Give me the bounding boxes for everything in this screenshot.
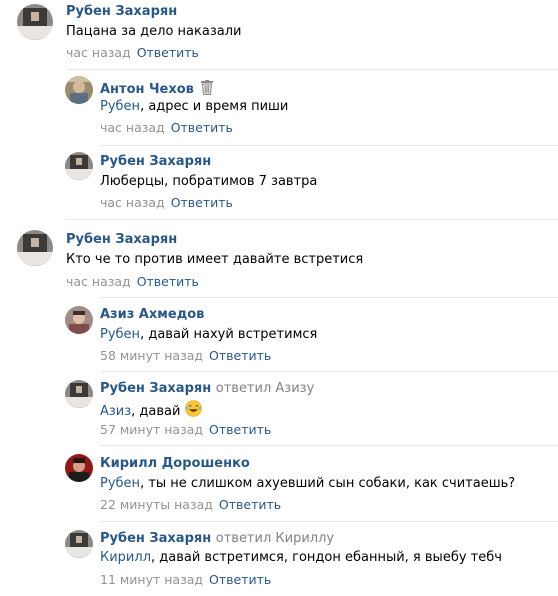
comment-time[interactable]: 58 минут назад	[100, 348, 203, 363]
trash-icon	[200, 80, 214, 99]
comment-time[interactable]: час назад	[100, 120, 165, 135]
comment-text: Пацана за дело наказали	[66, 24, 242, 39]
avatar[interactable]	[65, 76, 93, 104]
avatar[interactable]	[65, 152, 93, 180]
comment-meta: час назад Ответить	[100, 120, 233, 135]
mention-link[interactable]: Рубен	[100, 99, 140, 114]
reply-button[interactable]: Ответить	[209, 572, 271, 587]
reply-button[interactable]: Ответить	[137, 45, 199, 60]
avatar[interactable]	[17, 230, 53, 266]
comment-author[interactable]: Кирилл Дорошенко	[100, 456, 250, 471]
comment-time[interactable]: час назад	[66, 45, 131, 60]
comment-time[interactable]: 22 минуты назад	[100, 497, 213, 512]
comment-meta: час назад Ответить	[66, 45, 199, 60]
comment-author: Антон Чехов	[100, 80, 214, 99]
comment-meta: 22 минуты назад Ответить	[100, 497, 281, 512]
mention-link[interactable]: Рубен	[100, 327, 140, 342]
comment-meta: час назад Ответить	[66, 274, 199, 289]
author-link[interactable]: Рубен Захарян	[100, 381, 211, 396]
comment-author[interactable]: Рубен Захарян	[66, 4, 177, 19]
comment-author[interactable]: Азиз Ахмедов	[100, 307, 204, 322]
reply-button[interactable]: Ответить	[137, 274, 199, 289]
comment-reply: Азиз Ахмедов Рубен, давай нахуй встретим…	[0, 298, 558, 372]
mention-link[interactable]: Азиз	[100, 404, 131, 419]
comment-body: , давай нахуй встретимся	[140, 327, 318, 342]
reply-button[interactable]: Ответить	[209, 348, 271, 363]
avatar[interactable]	[65, 306, 93, 334]
comment-reply: Кирилл Дорошенко Рубен, ты не слишком ах…	[0, 446, 558, 522]
comment-text: Кто че то против имеет давайте встретися	[66, 252, 364, 267]
comment-author: Рубен Захарян ответил Кириллу	[100, 531, 334, 546]
comment-author[interactable]: Рубен Захарян	[66, 232, 177, 247]
comment-meta: 11 минут назад Ответить	[100, 572, 271, 587]
reply-button[interactable]: Ответить	[219, 497, 281, 512]
comment-meta: 57 минут назад Ответить	[100, 422, 271, 437]
comment-text: Рубен, адрес и время пиши	[100, 99, 288, 114]
comment-reply: Рубен Захарян ответил Азизу Азиз, давай …	[0, 372, 558, 446]
comment-text: Рубен, давай нахуй встретимся	[100, 327, 317, 342]
avatar[interactable]	[65, 530, 93, 558]
avatar[interactable]	[17, 4, 53, 40]
comment-text: Рубен, ты не слишком ахуевший сын собаки…	[100, 476, 515, 491]
comment-body: , ты не слишком ахуевший сын собаки, как…	[140, 476, 516, 491]
comment: Рубен Захарян Кто че то против имеет дав…	[0, 220, 558, 298]
comment-text: Люберцы, побратимов 7 завтра	[100, 174, 318, 189]
reply-button[interactable]: Ответить	[171, 120, 233, 135]
comment-body: , давай	[131, 404, 181, 419]
comment-reply: Антон Чехов Рубен, адрес и время пиши ча…	[0, 70, 558, 146]
avatar[interactable]	[65, 380, 93, 408]
comment-meta: 58 минут назад Ответить	[100, 348, 271, 363]
comment-body: , адрес и время пиши	[140, 99, 289, 114]
comment-body: , давай встретимся, гондон ебанный, я вы…	[151, 550, 502, 565]
comment-time[interactable]: час назад	[100, 195, 165, 210]
author-link[interactable]: Рубен Захарян	[100, 531, 211, 546]
comment: Рубен Захарян Пацана за дело наказали ча…	[0, 0, 558, 70]
comment-reply: Рубен Захарян Люберцы, побратимов 7 завт…	[0, 146, 558, 220]
reply-button[interactable]: Ответить	[209, 422, 271, 437]
comment-time[interactable]: час назад	[66, 274, 131, 289]
avatar[interactable]	[65, 454, 93, 482]
replied-to[interactable]: ответил Азизу	[216, 381, 315, 396]
mention-link[interactable]: Рубен	[100, 476, 140, 491]
laughing-crying-emoji-icon	[184, 400, 202, 421]
comment-time[interactable]: 11 минут назад	[100, 572, 203, 587]
comment-text: Кирилл, давай встретимся, гондон ебанный…	[100, 550, 502, 565]
replied-to[interactable]: ответил Кириллу	[216, 531, 334, 546]
comment-reply: Рубен Захарян ответил Кириллу Кирилл, да…	[0, 522, 558, 596]
mention-link[interactable]: Кирилл	[100, 550, 151, 565]
reply-button[interactable]: Ответить	[171, 195, 233, 210]
comment-author: Рубен Захарян ответил Азизу	[100, 381, 314, 396]
comment-time[interactable]: 57 минут назад	[100, 422, 203, 437]
comment-meta: час назад Ответить	[100, 195, 233, 210]
author-link[interactable]: Антон Чехов	[100, 82, 194, 97]
comment-text: Азиз, давай	[100, 400, 202, 421]
comment-author[interactable]: Рубен Захарян	[100, 154, 211, 169]
